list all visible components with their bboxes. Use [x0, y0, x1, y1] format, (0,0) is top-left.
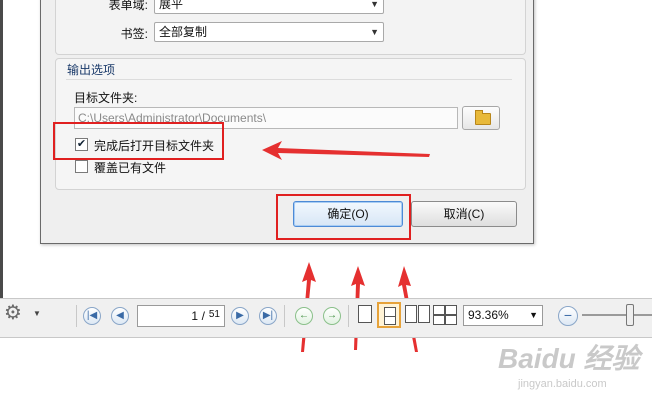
gear-icon[interactable]: ⚙ [4, 303, 22, 323]
first-page-icon[interactable]: |◀ [83, 307, 101, 325]
back-icon[interactable]: ← [295, 307, 313, 325]
facing-view-icon[interactable] [405, 305, 417, 323]
facing-view-icon-2[interactable] [418, 305, 430, 323]
continuous-view-button[interactable] [377, 302, 401, 328]
single-page-view-icon[interactable] [358, 305, 372, 323]
previous-page-icon[interactable]: ◀ [111, 307, 129, 325]
current-page: 1 [191, 309, 198, 323]
zoom-out-icon[interactable]: − [558, 306, 578, 326]
watermark-brand: Baidu 经验 [498, 343, 640, 374]
chevron-down-icon: ▼ [529, 310, 538, 320]
zoom-slider-track[interactable] [582, 314, 652, 316]
total-pages: 51 [208, 309, 220, 320]
forward-icon[interactable]: → [323, 307, 341, 325]
watermark-url: jingyan.baidu.com [518, 378, 607, 390]
last-page-icon[interactable]: ▶| [259, 307, 277, 325]
zoom-slider-thumb[interactable] [626, 304, 634, 326]
grid-view-icon[interactable] [433, 305, 457, 325]
arrow-left-icon [262, 141, 430, 160]
toolbar-divider [284, 305, 285, 327]
toolbar-divider [348, 305, 349, 327]
zoom-select[interactable]: 93.36% ▼ [463, 305, 543, 326]
next-page-icon[interactable]: ▶ [231, 307, 249, 325]
toolbar-divider [76, 305, 77, 327]
page-separator: / [201, 309, 205, 323]
chevron-down-icon[interactable]: ▼ [33, 309, 41, 318]
zoom-value: 93.36% [468, 308, 509, 322]
page-number-input[interactable]: 1 / 51 [137, 305, 225, 327]
